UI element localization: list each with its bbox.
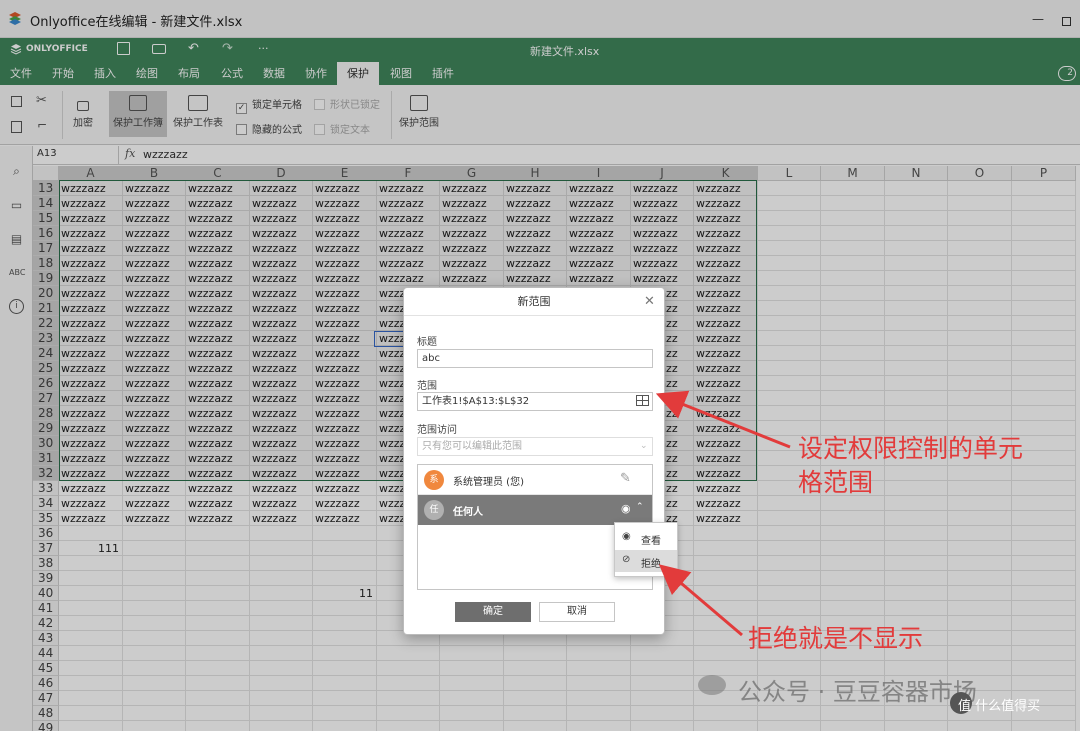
annotation-line: 设定权限控制的单元 xyxy=(798,434,1024,463)
annotation-deny-note: 拒绝就是不显示 xyxy=(748,624,924,653)
annotation-range-note: 设定权限控制的单元 格范围 xyxy=(798,432,1023,500)
badge-text: 值 什么值得买 xyxy=(958,699,1041,714)
wechat-icon xyxy=(698,675,726,695)
watermark-text: 公众号 · 豆豆容器市场 xyxy=(738,678,977,706)
annotation-line: 格范围 xyxy=(798,467,874,497)
